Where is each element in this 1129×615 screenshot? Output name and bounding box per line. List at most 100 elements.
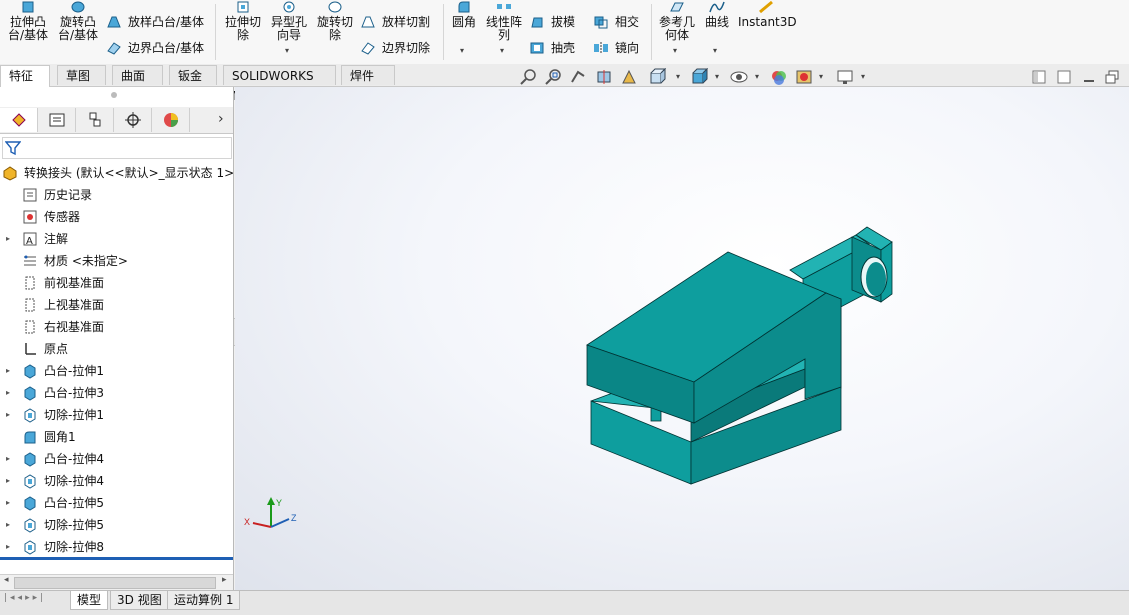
- tab-mbd[interactable]: SOLIDWORKS MBD: [223, 65, 336, 103]
- fillet-button[interactable]: 圆角 ▾: [448, 0, 480, 55]
- tab-more[interactable]: ›: [190, 108, 233, 132]
- tab-dimxpertmanager[interactable]: [114, 108, 152, 132]
- expand-arrow-icon[interactable]: ▸: [6, 361, 10, 381]
- extrude-cut-button[interactable]: 拉伸切 除: [222, 0, 264, 42]
- chevron-down-icon[interactable]: ▾: [715, 72, 719, 81]
- curves-button[interactable]: 曲线 ▾: [702, 0, 732, 55]
- propertymanager-icon: [49, 113, 65, 127]
- tab-model[interactable]: 模型: [70, 591, 109, 610]
- expand-arrow-icon[interactable]: ▸: [6, 405, 10, 425]
- instant3d-button[interactable]: Instant3D: [738, 0, 797, 29]
- chevron-down-icon[interactable]: ▾: [861, 72, 865, 81]
- tab-features[interactable]: 特征: [0, 65, 50, 87]
- view-settings-icon[interactable]: [836, 68, 854, 86]
- tree-item[interactable]: ▸ A 注解: [6, 229, 68, 249]
- tab-propertymanager[interactable]: [38, 108, 76, 132]
- expand-arrow-icon[interactable]: ▸: [6, 537, 10, 557]
- tree-item[interactable]: 圆角1: [22, 427, 76, 447]
- tab-motion-study[interactable]: 运动算例 1: [167, 591, 241, 610]
- chevron-down-icon[interactable]: ▾: [500, 44, 504, 57]
- scrollbar-thumb[interactable]: [14, 577, 216, 589]
- boundary-cut-button[interactable]: 边界切除: [360, 39, 430, 57]
- hole-wizard-button[interactable]: 异型孔 向导 ▾: [267, 0, 311, 55]
- tree-item[interactable]: ▸ 切除-拉伸5: [6, 515, 104, 535]
- tree-item[interactable]: 原点: [22, 339, 68, 359]
- zoom-to-area-icon[interactable]: [545, 68, 563, 86]
- tab-scroll-arrows-icon[interactable]: |◂◂▸▸|: [4, 593, 46, 603]
- tree-item[interactable]: ▸ 切除-拉伸8: [6, 537, 104, 557]
- part-model[interactable]: [235, 87, 1129, 590]
- linear-pattern-button[interactable]: 线性阵 列 ▾: [484, 0, 524, 55]
- tree-item[interactable]: ▸ 凸台-拉伸5: [6, 493, 104, 513]
- restore-right-icon[interactable]: [1055, 68, 1073, 86]
- scroll-left-icon[interactable]: ◂: [4, 575, 9, 585]
- tree-filter-bar[interactable]: [2, 137, 232, 159]
- hide-show-items-icon[interactable]: [730, 68, 748, 86]
- loft-boss-button[interactable]: 放样凸台/基体: [106, 13, 204, 31]
- chevron-down-icon[interactable]: ▾: [673, 44, 677, 57]
- apply-scene-icon[interactable]: [795, 68, 813, 86]
- chevron-down-icon[interactable]: ▾: [676, 72, 680, 81]
- chevron-down-icon[interactable]: ▾: [713, 44, 717, 57]
- tree-item[interactable]: ▸ 切除-拉伸4: [6, 471, 104, 491]
- reference-geometry-button[interactable]: 参考几 何体 ▾: [656, 0, 698, 55]
- tree-item[interactable]: 右视基准面: [22, 317, 104, 337]
- section-view-icon[interactable]: [595, 68, 613, 86]
- loft-cut-icon: [361, 16, 375, 28]
- horizontal-scrollbar[interactable]: ◂ ▸: [0, 574, 233, 590]
- tab-featuremanager[interactable]: [0, 108, 38, 132]
- expand-arrow-icon[interactable]: ▸: [6, 471, 10, 491]
- mirror-button[interactable]: 镜向: [593, 39, 639, 57]
- tree-item[interactable]: 传感器: [22, 207, 80, 227]
- intersect-button[interactable]: 相交: [593, 13, 639, 31]
- tab-sketch[interactable]: 草图: [57, 65, 106, 85]
- tab-configurationmanager[interactable]: [76, 108, 114, 132]
- tree-root-part[interactable]: 转换接头 (默认<<默认>_显示状态 1>): [2, 163, 239, 183]
- edit-appearance-icon[interactable]: [770, 68, 788, 86]
- manager-tabs: ›: [0, 107, 233, 134]
- rollback-bar[interactable]: [0, 557, 233, 560]
- tree-item[interactable]: ▸ 凸台-拉伸3: [6, 383, 104, 403]
- tree-item[interactable]: ▸ 切除-拉伸1: [6, 405, 104, 425]
- tab-sheet-metal[interactable]: 钣金: [169, 65, 217, 85]
- tab-surfaces[interactable]: 曲面: [112, 65, 163, 85]
- tab-displaymanager[interactable]: [152, 108, 190, 132]
- revolve-cut-button[interactable]: 旋转切 除: [314, 0, 356, 42]
- shell-button[interactable]: 抽壳: [529, 39, 575, 57]
- expand-arrow-icon[interactable]: ▸: [6, 229, 10, 249]
- graphics-area[interactable]: X Y Z: [235, 87, 1129, 590]
- revolve-boss-button[interactable]: 旋转凸 台/基体: [56, 0, 100, 42]
- loft-cut-button[interactable]: 放样切割: [360, 13, 430, 31]
- tree-item[interactable]: 前视基准面: [22, 273, 104, 293]
- tab-3d-views[interactable]: 3D 视图: [110, 591, 169, 610]
- previous-view-icon[interactable]: [570, 68, 588, 86]
- chevron-down-icon[interactable]: ▾: [755, 72, 759, 81]
- expand-arrow-icon[interactable]: ▸: [6, 383, 10, 403]
- scroll-right-icon[interactable]: ▸: [222, 575, 227, 585]
- expand-arrow-icon[interactable]: ▸: [6, 493, 10, 513]
- view-orientation-icon[interactable]: [648, 68, 666, 86]
- boundary-boss-button[interactable]: 边界凸台/基体: [106, 39, 204, 57]
- zoom-to-fit-icon[interactable]: [520, 68, 538, 86]
- tab-weldments[interactable]: 焊件(D): [341, 65, 395, 103]
- fillet-icon: [458, 1, 470, 13]
- expand-arrow-icon[interactable]: ▸: [6, 449, 10, 469]
- panel-grip[interactable]: [111, 92, 117, 98]
- chevron-down-icon[interactable]: ▾: [460, 44, 464, 57]
- tree-item[interactable]: ▸ 凸台-拉伸1: [6, 361, 104, 381]
- tree-item[interactable]: ▸ 凸台-拉伸4: [6, 449, 104, 469]
- restore-left-icon[interactable]: [1030, 68, 1048, 86]
- display-style-icon[interactable]: [690, 68, 708, 86]
- tree-item[interactable]: 材质 <未指定>: [22, 251, 128, 271]
- draft-button[interactable]: 拔模: [529, 13, 575, 31]
- tree-item[interactable]: 历史记录: [22, 185, 92, 205]
- tree-item[interactable]: 上视基准面: [22, 295, 104, 315]
- dynamic-annotation-icon[interactable]: [620, 68, 638, 86]
- chevron-down-icon[interactable]: ▾: [285, 44, 289, 57]
- extrude-boss-button[interactable]: 拉伸凸 台/基体: [6, 0, 50, 42]
- maximize-icon[interactable]: [1103, 68, 1121, 86]
- tree-item-label: 凸台-拉伸5: [44, 496, 104, 510]
- minimize-icon[interactable]: [1080, 68, 1098, 86]
- expand-arrow-icon[interactable]: ▸: [6, 515, 10, 535]
- chevron-down-icon[interactable]: ▾: [819, 72, 823, 81]
